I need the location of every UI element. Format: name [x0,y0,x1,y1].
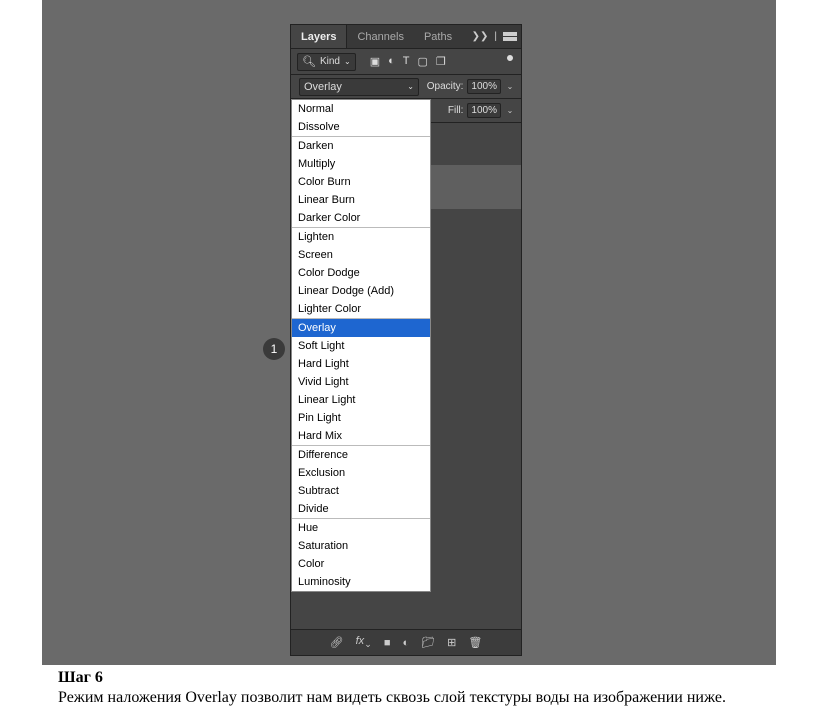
caption-title: Шаг 6 [58,669,103,686]
fx-icon[interactable]: fx⌄ [356,635,372,650]
opacity-label: Opacity: [427,81,464,92]
blend-option-hard-mix[interactable]: Hard Mix [292,427,430,445]
blend-option-linear-light[interactable]: Linear Light [292,391,430,409]
filter-shape-icon[interactable]: ▢ [417,55,427,68]
adjustment-icon[interactable]: ◐ [403,637,410,649]
tab-layers[interactable]: Layers [291,25,347,48]
caption-text: Режим наложения Overlay позволит нам вид… [58,689,726,706]
blend-option-luminosity[interactable]: Luminosity [292,573,430,591]
blend-mode-select[interactable]: Overlay ⌄ [299,78,419,96]
trash-icon[interactable]: 🗑︎ [468,636,482,649]
blend-option-dissolve[interactable]: Dissolve [292,118,430,136]
panel-tabs: Layers Channels Paths ❯❯ | [291,25,521,49]
blend-option-overlay[interactable]: Overlay [292,319,430,337]
collapse-icon[interactable]: ❯❯ [472,31,489,42]
fill-value[interactable]: 100% [467,103,501,118]
blend-option-lighter-color[interactable]: Lighter Color [292,300,430,318]
blend-option-color-burn[interactable]: Color Burn [292,173,430,191]
filter-icons: ▣ ◐ T ▢ ❐ [370,55,446,68]
caption: Шаг 6 Режим наложения Overlay позволит н… [58,668,726,708]
blend-option-darken[interactable]: Darken [292,137,430,155]
blend-mode-value: Overlay [304,81,342,93]
blend-mode-dropdown[interactable]: Normal Dissolve Darken Multiply Color Bu… [291,99,431,592]
blend-option-hard-light[interactable]: Hard Light [292,355,430,373]
layers-footer: 🔗︎ fx⌄ ■ ◐ 📁︎ ⊞ 🗑︎ [291,629,521,655]
group-icon[interactable]: 📁︎ [421,636,435,649]
blend-option-saturation[interactable]: Saturation [292,537,430,555]
filter-pixel-icon[interactable]: ▣ [370,55,380,68]
filter-row: 🔍︎ Kind ⌄ ▣ ◐ T ▢ ❐ [291,49,521,75]
filter-type-icon[interactable]: T [403,55,410,68]
chevron-down-icon: ⌄ [344,57,351,66]
blend-option-darker-color[interactable]: Darker Color [292,209,430,227]
layers-panel: Layers Channels Paths ❯❯ | 🔍︎ Kind ⌄ ▣ ◐… [290,24,522,656]
chevron-down-icon: ⌄ [407,82,414,91]
blend-option-screen[interactable]: Screen [292,246,430,264]
blend-option-divide[interactable]: Divide [292,500,430,518]
blend-option-hue[interactable]: Hue [292,519,430,537]
search-icon: 🔍︎ [302,55,316,68]
blend-option-exclusion[interactable]: Exclusion [292,464,430,482]
blend-option-color-dodge[interactable]: Color Dodge [292,264,430,282]
mask-icon[interactable]: ■ [384,637,391,649]
fill-label: Fill: [448,105,464,116]
blend-row: Overlay ⌄ Opacity: 100% ⌄ [291,75,521,99]
blend-option-subtract[interactable]: Subtract [292,482,430,500]
blend-option-color[interactable]: Color [292,555,430,573]
new-layer-icon[interactable]: ⊞ [447,636,456,649]
blend-option-linear-dodge[interactable]: Linear Dodge (Add) [292,282,430,300]
chevron-down-icon[interactable]: ⌄ [505,82,515,91]
kind-select[interactable]: 🔍︎ Kind ⌄ [297,53,356,71]
tab-channels[interactable]: Channels [347,25,413,48]
step-marker: 1 [263,338,285,360]
blend-option-vivid-light[interactable]: Vivid Light [292,373,430,391]
blend-option-pin-light[interactable]: Pin Light [292,409,430,427]
blend-option-soft-light[interactable]: Soft Light [292,337,430,355]
chevron-down-icon[interactable]: ⌄ [505,106,515,115]
blend-option-multiply[interactable]: Multiply [292,155,430,173]
blend-option-lighten[interactable]: Lighten [292,228,430,246]
link-icon[interactable]: 🔗︎ [330,636,344,649]
filter-toggle-icon[interactable] [507,55,513,61]
blend-option-linear-burn[interactable]: Linear Burn [292,191,430,209]
filter-adjustment-icon[interactable]: ◐ [388,55,395,68]
blend-option-normal[interactable]: Normal [292,100,430,118]
divider-icon: | [494,31,497,42]
blend-option-difference[interactable]: Difference [292,446,430,464]
opacity-value[interactable]: 100% [467,79,501,94]
kind-label: Kind [320,56,340,67]
tab-paths[interactable]: Paths [414,25,462,48]
panel-menu-icon[interactable] [503,31,517,43]
filter-smart-icon[interactable]: ❐ [436,55,446,68]
